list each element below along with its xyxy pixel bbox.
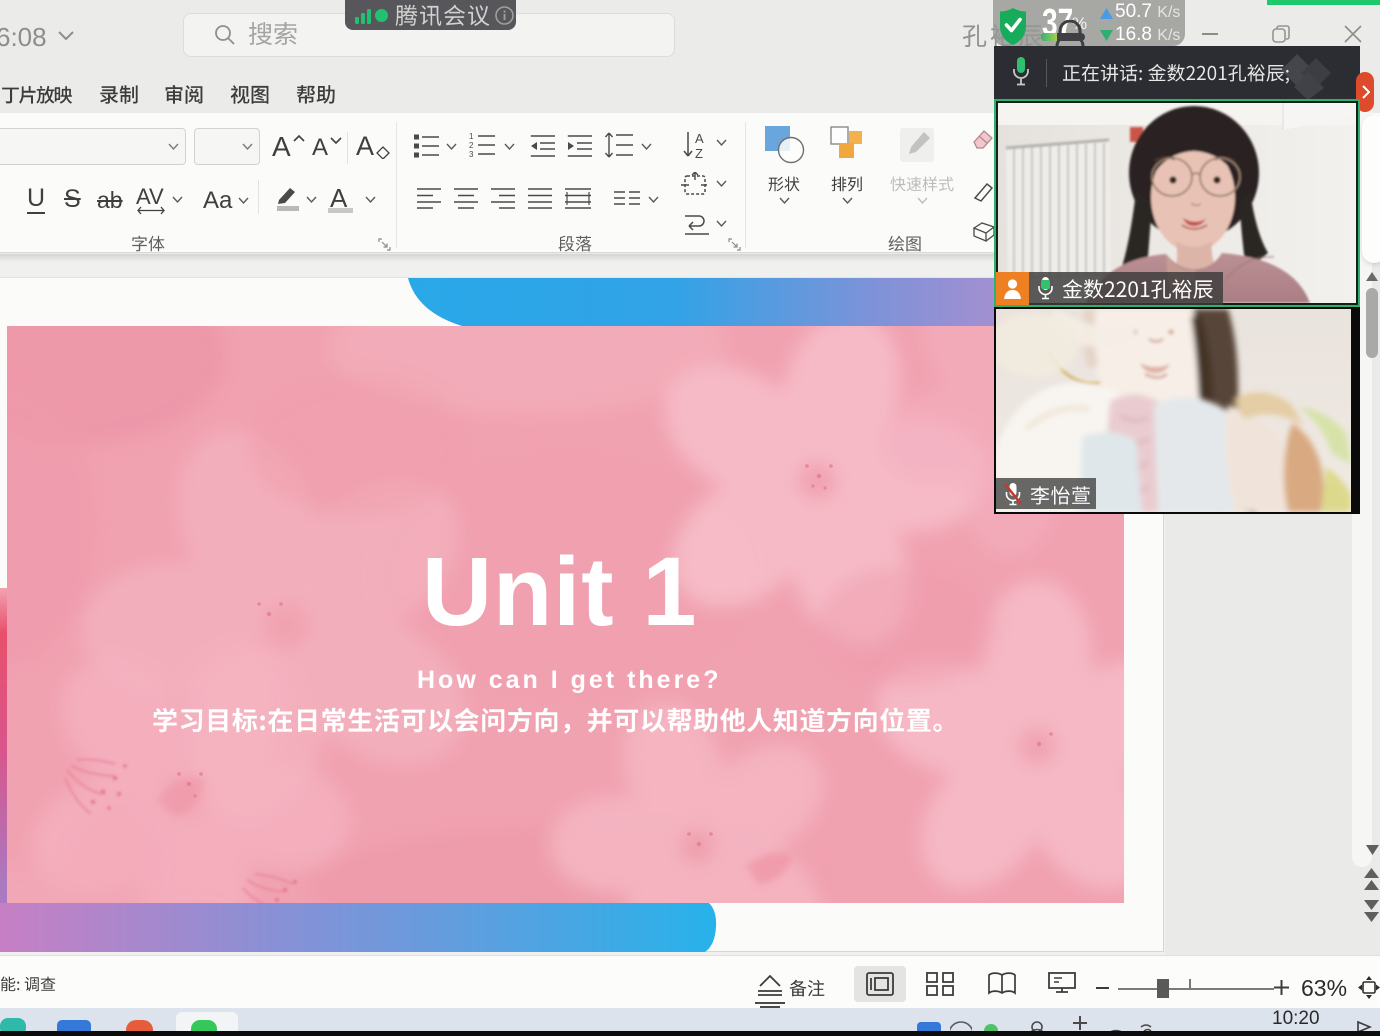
svg-text:Z: Z xyxy=(695,146,703,160)
svg-text:3: 3 xyxy=(469,150,474,159)
svg-text:1: 1 xyxy=(469,132,474,141)
svg-text:2: 2 xyxy=(469,141,474,150)
svg-text:A: A xyxy=(695,131,704,146)
